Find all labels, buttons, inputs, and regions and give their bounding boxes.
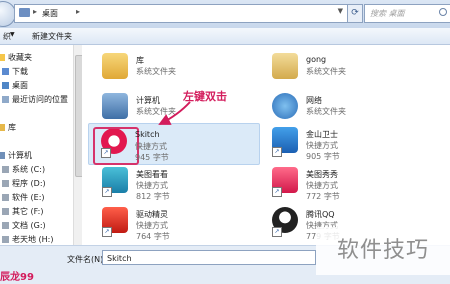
- filename-label: 文件名(N):: [67, 255, 106, 264]
- filename-input[interactable]: Skitch: [102, 250, 316, 265]
- watermark-left: 辰龙99: [0, 272, 34, 283]
- watermark-right: 软件技巧: [316, 227, 450, 275]
